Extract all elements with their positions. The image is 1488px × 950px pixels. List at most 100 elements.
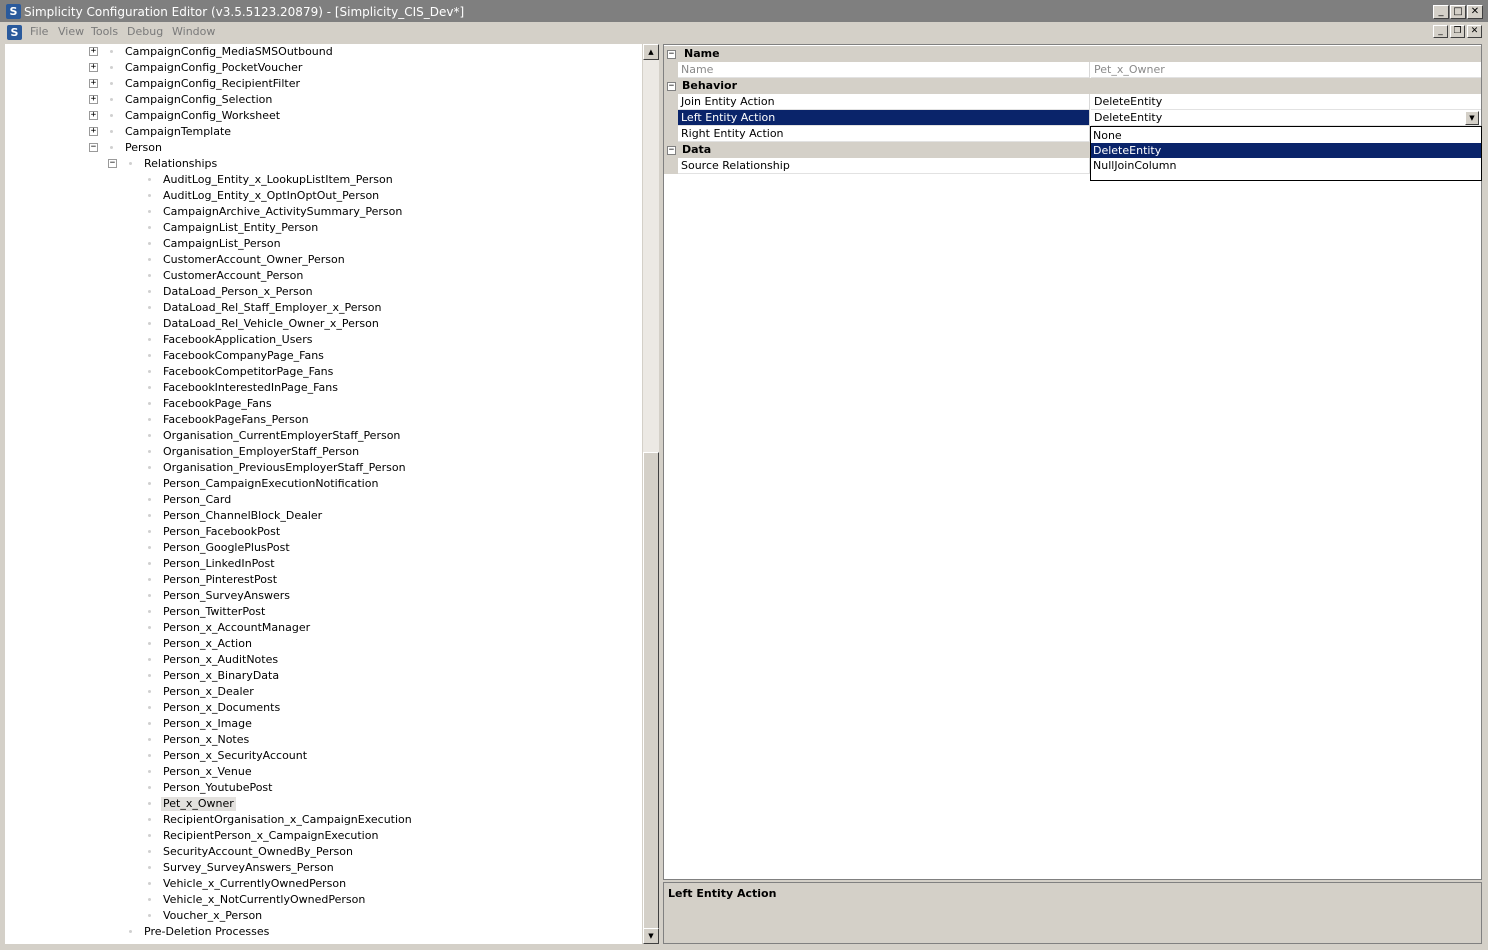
tree-node-label[interactable]: FacebookApplication_Users: [161, 333, 314, 347]
tree-node-label[interactable]: Person_x_SecurityAccount: [161, 749, 309, 763]
tree-node-label[interactable]: DataLoad_Rel_Staff_Employer_x_Person: [161, 301, 383, 315]
tree-node-relationship[interactable]: CampaignList_Entity_Person: [5, 220, 642, 236]
dropdown-option-nulljoincolumn[interactable]: NullJoinColumn: [1091, 158, 1481, 173]
scroll-up-icon[interactable]: ▲: [643, 44, 659, 60]
tree-node[interactable]: + CampaignConfig_MediaSMSOutbound: [5, 44, 642, 60]
tree-node-label[interactable]: CampaignConfig_Worksheet: [123, 109, 282, 123]
tree-node-relationships[interactable]: − Relationships: [5, 156, 642, 172]
tree-node-label[interactable]: Pre-Deletion Processes: [142, 925, 271, 939]
tree-node-relationship[interactable]: Person_Card: [5, 492, 642, 508]
tree-node-relationship[interactable]: Person_x_Notes: [5, 732, 642, 748]
menu-tools[interactable]: Tools: [91, 25, 118, 39]
tree-node-relationship[interactable]: SecurityAccount_OwnedBy_Person: [5, 844, 642, 860]
tree-node[interactable]: + CampaignConfig_Selection: [5, 92, 642, 108]
tree-node-label[interactable]: Pet_x_Owner: [161, 797, 236, 811]
collapse-icon[interactable]: −: [667, 50, 676, 59]
tree-node-label[interactable]: CustomerAccount_Owner_Person: [161, 253, 347, 267]
tree-node-relationship[interactable]: CustomerAccount_Owner_Person: [5, 252, 642, 268]
tree-node-label[interactable]: Person_x_Notes: [161, 733, 251, 747]
tree-node-label[interactable]: CampaignConfig_PocketVoucher: [123, 61, 304, 75]
close-button[interactable]: ✕: [1467, 5, 1483, 19]
minimize-button[interactable]: _: [1433, 5, 1449, 19]
tree-node-relationship[interactable]: Survey_SurveyAnswers_Person: [5, 860, 642, 876]
tree-node-relationship[interactable]: FacebookInterestedInPage_Fans: [5, 380, 642, 396]
tree-node-label[interactable]: Person_x_AccountManager: [161, 621, 312, 635]
tree-node-label[interactable]: Organisation_EmployerStaff_Person: [161, 445, 361, 459]
tree-node-relationship[interactable]: DataLoad_Rel_Vehicle_Owner_x_Person: [5, 316, 642, 332]
property-row-name[interactable]: Name Pet_x_Owner: [664, 62, 1481, 78]
left-entity-action-dropdown[interactable]: None DeleteEntity NullJoinColumn: [1090, 126, 1482, 181]
category-name[interactable]: − Name: [664, 46, 1481, 62]
tree-node-relationship[interactable]: AuditLog_Entity_x_LookupListItem_Person: [5, 172, 642, 188]
tree-node-label[interactable]: FacebookCompetitorPage_Fans: [161, 365, 335, 379]
tree-node[interactable]: + CampaignConfig_PocketVoucher: [5, 60, 642, 76]
tree-node-relationship[interactable]: FacebookPage_Fans: [5, 396, 642, 412]
tree-node-label[interactable]: Survey_SurveyAnswers_Person: [161, 861, 336, 875]
tree-node-label[interactable]: Person: [123, 141, 164, 155]
menu-file[interactable]: File: [30, 25, 48, 39]
tree-node-label[interactable]: Person_CampaignExecutionNotification: [161, 477, 380, 491]
tree-node-label[interactable]: Vehicle_x_CurrentlyOwnedPerson: [161, 877, 348, 891]
tree-node-label[interactable]: CampaignConfig_MediaSMSOutbound: [123, 45, 335, 59]
tree-node-label[interactable]: Person_ChannelBlock_Dealer: [161, 509, 324, 523]
tree-view[interactable]: + CampaignConfig_MediaSMSOutbound + Camp…: [5, 44, 642, 944]
tree-node-relationship[interactable]: Person_PinterestPost: [5, 572, 642, 588]
tree-node-relationship[interactable]: DataLoad_Rel_Staff_Employer_x_Person: [5, 300, 642, 316]
tree-node-relationship[interactable]: RecipientOrganisation_x_CampaignExecutio…: [5, 812, 642, 828]
tree-node-label[interactable]: Person_YoutubePost: [161, 781, 274, 795]
tree-node-label[interactable]: RecipientOrganisation_x_CampaignExecutio…: [161, 813, 414, 827]
document-icon[interactable]: S: [7, 25, 22, 40]
tree-node-label[interactable]: Vehicle_x_NotCurrentlyOwnedPerson: [161, 893, 367, 907]
tree-node-relationship[interactable]: Person_x_Documents: [5, 700, 642, 716]
tree-node-relationship[interactable]: Vehicle_x_NotCurrentlyOwnedPerson: [5, 892, 642, 908]
tree-node-relationship[interactable]: Person_TwitterPost: [5, 604, 642, 620]
tree-node-label[interactable]: FacebookPageFans_Person: [161, 413, 311, 427]
tree-node-label[interactable]: CustomerAccount_Person: [161, 269, 305, 283]
mdi-minimize-button[interactable]: _: [1433, 25, 1448, 38]
expand-icon[interactable]: +: [89, 95, 98, 104]
mdi-restore-button[interactable]: ❐: [1450, 25, 1465, 38]
tree-node-relationship[interactable]: AuditLog_Entity_x_OptInOptOut_Person: [5, 188, 642, 204]
tree-node-label[interactable]: Person_x_Documents: [161, 701, 282, 715]
tree-node-relationship[interactable]: Person_GooglePlusPost: [5, 540, 642, 556]
left-entity-action-select[interactable]: DeleteEntity ▼: [1091, 110, 1481, 126]
tree-node-label[interactable]: Person_FacebookPost: [161, 525, 282, 539]
tree-node-relationship[interactable]: Person_x_Image: [5, 716, 642, 732]
menu-view[interactable]: View: [58, 25, 84, 39]
tree-node[interactable]: + CampaignTemplate: [5, 124, 642, 140]
tree-node-relationship[interactable]: DataLoad_Person_x_Person: [5, 284, 642, 300]
category-behavior[interactable]: − Behavior: [664, 78, 1481, 94]
tree-node-relationship[interactable]: Voucher_x_Person: [5, 908, 642, 924]
tree-node[interactable]: + CampaignConfig_RecipientFilter: [5, 76, 642, 92]
tree-node-relationship[interactable]: Person_CampaignExecutionNotification: [5, 476, 642, 492]
scrollbar-thumb[interactable]: [643, 452, 659, 930]
tree-node-label[interactable]: Person_x_Action: [161, 637, 254, 651]
tree-node[interactable]: + CampaignConfig_Worksheet: [5, 108, 642, 124]
tree-node-label[interactable]: Person_x_Dealer: [161, 685, 256, 699]
tree-node-relationship[interactable]: Person_FacebookPost: [5, 524, 642, 540]
menu-window[interactable]: Window: [172, 25, 215, 39]
tree-node-label[interactable]: FacebookInterestedInPage_Fans: [161, 381, 340, 395]
tree-node-label[interactable]: Relationships: [142, 157, 219, 171]
tree-node-relationship[interactable]: Person_LinkedInPost: [5, 556, 642, 572]
tree-node-label[interactable]: SecurityAccount_OwnedBy_Person: [161, 845, 355, 859]
collapse-icon[interactable]: −: [89, 143, 98, 152]
tree-node-label[interactable]: DataLoad_Person_x_Person: [161, 285, 315, 299]
tree-node-label[interactable]: CampaignList_Person: [161, 237, 283, 251]
property-row-left-entity-action[interactable]: Left Entity Action DeleteEntity ▼: [664, 110, 1481, 126]
tree-node-relationship[interactable]: Person_x_Venue: [5, 764, 642, 780]
tree-node-pre-deletion[interactable]: Pre-Deletion Processes: [5, 924, 642, 940]
expand-icon[interactable]: +: [89, 111, 98, 120]
tree-node-relationship[interactable]: CampaignArchive_ActivitySummary_Person: [5, 204, 642, 220]
tree-node-label[interactable]: CampaignConfig_Selection: [123, 93, 274, 107]
tree-node-label[interactable]: Person_GooglePlusPost: [161, 541, 292, 555]
tree-node-label[interactable]: FacebookPage_Fans: [161, 397, 274, 411]
tree-node-label[interactable]: Person_LinkedInPost: [161, 557, 277, 571]
tree-node-relationship[interactable]: FacebookApplication_Users: [5, 332, 642, 348]
tree-node-label[interactable]: AuditLog_Entity_x_OptInOptOut_Person: [161, 189, 381, 203]
tree-node-label[interactable]: CampaignArchive_ActivitySummary_Person: [161, 205, 404, 219]
tree-node-relationship[interactable]: Organisation_EmployerStaff_Person: [5, 444, 642, 460]
tree-node-label[interactable]: Person_x_Venue: [161, 765, 254, 779]
tree-node-relationship[interactable]: FacebookPageFans_Person: [5, 412, 642, 428]
scroll-down-icon[interactable]: ▼: [643, 928, 659, 944]
